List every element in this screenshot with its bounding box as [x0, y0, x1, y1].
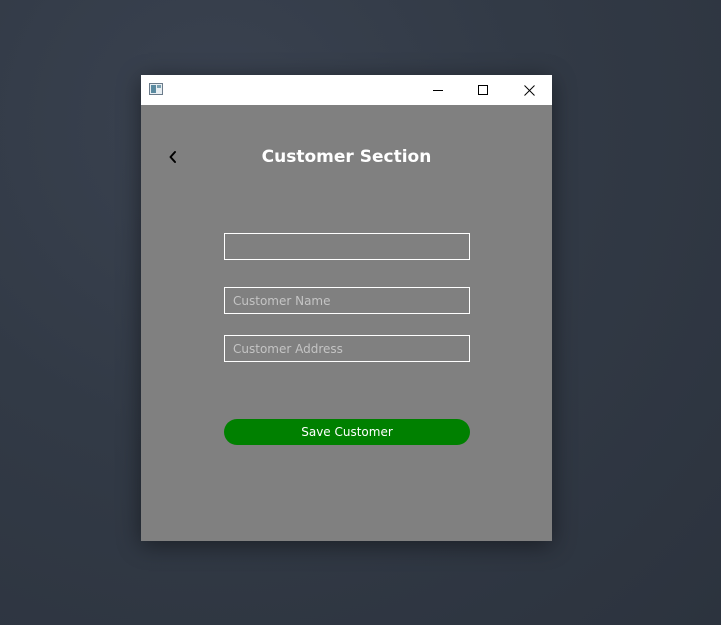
page-title: Customer Section: [261, 147, 432, 167]
minimize-button[interactable]: [415, 75, 461, 105]
customer-id-field[interactable]: [224, 233, 470, 260]
close-button[interactable]: [506, 75, 552, 105]
save-customer-button[interactable]: Save Customer: [224, 419, 470, 445]
close-icon: [523, 84, 535, 96]
title-bar: [141, 75, 552, 105]
maximize-icon: [477, 84, 488, 95]
minimize-icon: [432, 89, 443, 91]
app-icon: [149, 83, 163, 95]
app-window: Customer Section Save Customer: [141, 75, 552, 541]
customer-address-field[interactable]: [224, 335, 470, 362]
maximize-button[interactable]: [460, 75, 506, 105]
customer-form-page: Customer Section Save Customer: [141, 105, 552, 541]
customer-name-field[interactable]: [224, 287, 470, 314]
